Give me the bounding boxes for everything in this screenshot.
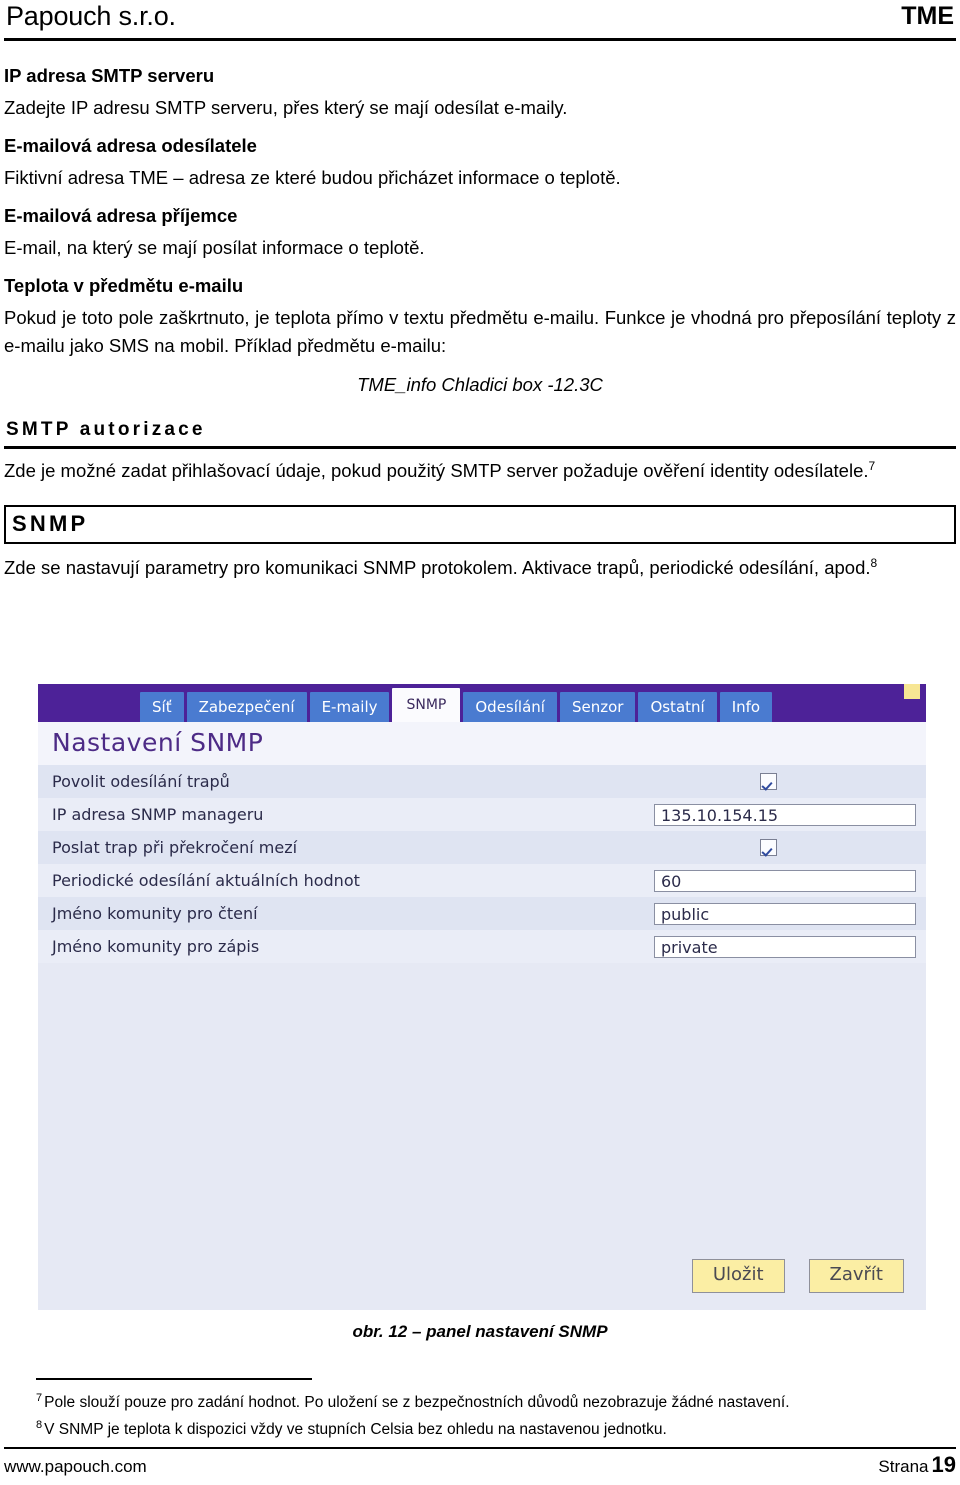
subheading-temp-in-subject: Teplota v předmětu e-mailu	[4, 275, 244, 296]
footnotes-block: 7 Pole slouží pouze pro zadání hodnot. Po…	[36, 1390, 956, 1444]
figure-caption: obr. 12 – panel nastavení SNMP	[352, 1322, 608, 1341]
footer-website: www.papouch.com	[4, 1457, 147, 1476]
control-periodicke-odesilani: 60	[652, 869, 916, 892]
paragraph-smtp-ip: Zadejte IP adresu SMTP serveru, přes kte…	[4, 97, 568, 118]
row-ip-adresa-snmp-manageru: IP adresa SNMP manageru 135.10.154.15	[38, 798, 926, 831]
tab-odesilani[interactable]: Odesílání	[463, 692, 557, 722]
tab-info[interactable]: Info	[719, 692, 773, 722]
footnote-7-marker: 7	[36, 1391, 43, 1404]
footer-page-indicator: Strana 19	[878, 1452, 956, 1478]
input-jmeno-komunity-zapis[interactable]: private	[654, 935, 916, 958]
close-button[interactable]: Zavřít	[808, 1259, 904, 1293]
paragraph-temp-in-subject: Pokud je toto pole zaškrtnuto, je teplot…	[4, 307, 956, 356]
tab-emaily[interactable]: E-maily	[309, 692, 390, 722]
subheading-sender-email: E-mailová adresa odesílatele	[4, 135, 257, 156]
label-periodicke-odesilani: Periodické odesílání aktuálních hodnot	[52, 871, 360, 890]
figure-snmp-panel: Síť Zabezpečení E-maily SNMP Odesílání S…	[38, 684, 926, 1310]
footnote-8: 8V SNMP je teplota k dispozici vždy ve s…	[36, 1417, 956, 1442]
tab-zabezpeceni[interactable]: Zabezpečení	[186, 692, 307, 722]
input-ip-adresa-snmp-manageru[interactable]: 135.10.154.15	[654, 803, 916, 826]
footnote-separator	[36, 1378, 312, 1380]
input-periodicke-odesilani[interactable]: 60	[654, 869, 916, 892]
footnote-ref-7: 7	[868, 458, 876, 473]
label-ip-adresa-snmp-manageru: IP adresa SNMP manageru	[52, 805, 264, 824]
row-jmeno-komunity-cteni: Jméno komunity pro čtení public	[38, 897, 926, 930]
control-ip-adresa-snmp-manageru: 135.10.154.15	[652, 803, 916, 826]
footnote-7: 7 Pole slouží pouze pro zadání hodnot. Po…	[36, 1390, 956, 1415]
section-heading-snmp: SNMP	[4, 505, 956, 544]
paragraph-smtp-autorizace-text: Zde je možné zadat přihlašovací údaje, p…	[4, 460, 869, 481]
panel-empty-area	[38, 963, 926, 1303]
paragraph-sender-email: Fiktivní adresa TME – adresa ze které bu…	[4, 167, 621, 188]
tab-senzor[interactable]: Senzor	[559, 692, 636, 722]
page-header: Papouch s.r.o. TME	[0, 0, 960, 40]
panel-button-bar: Uložit Zavřít	[38, 1256, 926, 1296]
control-jmeno-komunity-cteni: public	[652, 902, 916, 925]
label-jmeno-komunity-cteni: Jméno komunity pro čtení	[52, 904, 258, 923]
footer-page-label: Strana	[878, 1457, 929, 1476]
section-heading-smtp-autorizace: SMTP autorizace	[4, 416, 956, 449]
subheading-recipient-email: E-mailová adresa příjemce	[4, 205, 238, 226]
tab-bar: Síť Zabezpečení E-maily SNMP Odesílání S…	[38, 684, 926, 722]
row-povolit-odesilani-trapu: Povolit odesílání trapů	[38, 765, 926, 798]
label-povolit-odesilani-trapu: Povolit odesílání trapů	[52, 772, 230, 791]
tab-ostatni[interactable]: Ostatní	[638, 692, 717, 722]
control-povolit-odesilani-trapu	[652, 773, 914, 790]
label-poslat-trap-pri-prekroceni-mezi: Poslat trap při překročení mezí	[52, 838, 298, 857]
row-poslat-trap-pri-prekroceni-mezi: Poslat trap při překročení mezí	[38, 831, 926, 864]
footnote-8-marker: 8	[36, 1418, 43, 1431]
save-button[interactable]: Uložit	[691, 1259, 785, 1293]
control-jmeno-komunity-zapis: private	[652, 935, 916, 958]
row-periodicke-odesilani: Periodické odesílání aktuálních hodnot 6…	[38, 864, 926, 897]
tab-snmp[interactable]: SNMP	[392, 688, 461, 722]
row-jmeno-komunity-zapis: Jméno komunity pro zápis private	[38, 930, 926, 963]
company-name: Papouch s.r.o.	[6, 1, 176, 31]
app-window: Síť Zabezpečení E-maily SNMP Odesílání S…	[38, 684, 926, 1310]
checkbox-povolit-odesilani-trapu[interactable]	[760, 773, 777, 790]
label-jmeno-komunity-zapis: Jméno komunity pro zápis	[52, 937, 260, 956]
input-jmeno-komunity-cteni[interactable]: public	[654, 902, 916, 925]
tab-sit[interactable]: Síť	[140, 692, 184, 722]
footer-page-number: 19	[931, 1452, 956, 1477]
control-poslat-trap-pri-prekroceni-mezi	[652, 839, 914, 856]
footer-divider	[4, 1447, 956, 1449]
header-divider	[4, 38, 956, 41]
product-name: TME	[901, 2, 954, 30]
page-footer: www.papouch.com Strana 19	[4, 1452, 956, 1478]
paragraph-snmp-text: Zde se nastavují parametry pro komunikac…	[4, 557, 871, 578]
panel-title: Nastavení SNMP	[38, 722, 926, 765]
document-body: IP adresa SMTP serveru Zadejte IP adresu…	[4, 52, 956, 592]
checkbox-poslat-trap-pri-prekroceni-mezi[interactable]	[760, 839, 777, 856]
corner-accent-marker	[904, 684, 920, 699]
example-subject-line: TME_info Chladici box -12.3C	[357, 374, 603, 395]
paragraph-recipient-email: E-mail, na který se mají posílat informa…	[4, 237, 425, 258]
settings-form: Povolit odesílání trapů IP adresa SNMP m…	[38, 765, 926, 963]
paragraph-smtp-autorizace: Zde je možné zadat přihlašovací údaje, p…	[4, 457, 956, 485]
footnote-ref-8: 8	[870, 555, 878, 570]
footnote-8-text: V SNMP je teplota k dispozici vždy ve st…	[44, 1421, 667, 1438]
footnote-7-text: Pole slouží pouze pro zadání hodnot. Po …	[44, 1394, 790, 1411]
subheading-smtp-ip: IP adresa SMTP serveru	[4, 65, 215, 86]
paragraph-snmp: Zde se nastavují parametry pro komunikac…	[4, 554, 956, 582]
